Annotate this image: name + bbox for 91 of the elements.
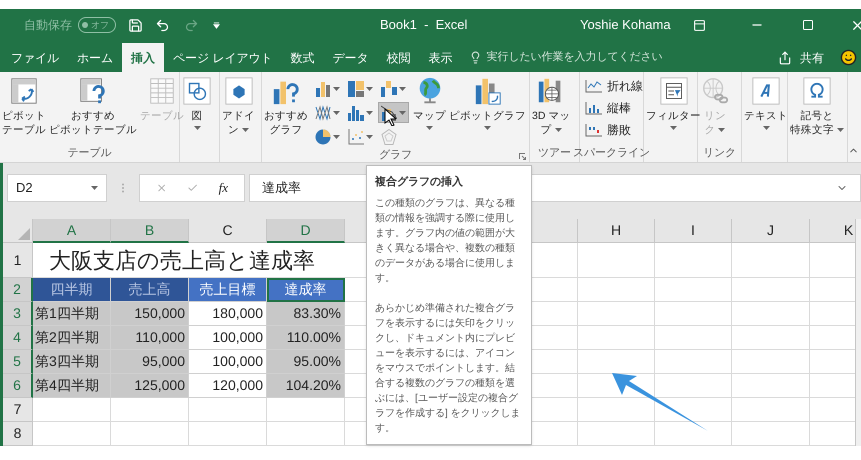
ribbon-tab[interactable]: 挿入 bbox=[122, 43, 164, 72]
row-header[interactable]: 5 bbox=[3, 350, 33, 374]
row-header[interactable]: 7 bbox=[3, 398, 33, 422]
tell-me-field[interactable]: 実行したい作業を入力してください bbox=[486, 49, 704, 66]
pivot-table-icon bbox=[9, 76, 39, 106]
link-icon bbox=[700, 76, 730, 106]
dialog-launcher-icon[interactable] bbox=[519, 152, 526, 160]
table-header-cell: 達成率 bbox=[267, 278, 345, 302]
table-cell: 110,000 bbox=[111, 326, 189, 350]
table-header-cell: 売上目標 bbox=[189, 278, 267, 302]
column-header[interactable]: J bbox=[732, 219, 810, 243]
ribbon-button[interactable]: フィルター bbox=[645, 76, 702, 145]
win-loss-icon bbox=[585, 122, 603, 136]
ribbon-tab[interactable]: ファイル bbox=[2, 43, 68, 72]
column-header[interactable]: A bbox=[33, 219, 111, 243]
table-cell: 120,000 bbox=[189, 374, 267, 398]
table-cell: 125,000 bbox=[111, 374, 189, 398]
table-header-cell: 売上高 bbox=[111, 278, 189, 302]
column-header[interactable]: H bbox=[578, 219, 655, 243]
lightbulb-icon bbox=[469, 51, 482, 64]
ribbon-button[interactable]: マップ bbox=[412, 76, 447, 147]
table-cell: 83.30% bbox=[267, 302, 345, 326]
user-name: Yoshie Kohama bbox=[580, 16, 671, 34]
filter-icon bbox=[658, 76, 688, 106]
insert-function-button[interactable]: fx bbox=[218, 178, 228, 198]
name-box[interactable]: D2 bbox=[7, 174, 107, 202]
table-cell: 95.00% bbox=[267, 350, 345, 374]
sparkline-column-icon bbox=[585, 100, 603, 114]
ribbon-display-icon[interactable] bbox=[692, 18, 706, 32]
undo-icon[interactable] bbox=[155, 18, 170, 32]
ribbon-tab[interactable]: ホーム bbox=[68, 43, 122, 72]
table-cell: 第4四半期 bbox=[33, 374, 111, 398]
table-cell: 95,000 bbox=[111, 350, 189, 374]
table-header-cell: 四半期 bbox=[33, 278, 111, 302]
row-header[interactable]: 6 bbox=[3, 374, 33, 398]
shapes-icon bbox=[182, 76, 212, 106]
ribbon-tab[interactable]: ページ レイアウト bbox=[164, 43, 282, 72]
autosave-label: 自動保存 bbox=[24, 17, 73, 34]
group-label: グラフ bbox=[379, 148, 412, 163]
text-box-icon bbox=[751, 76, 781, 106]
maximize-icon[interactable] bbox=[802, 19, 814, 31]
sparkline-line-icon bbox=[585, 78, 603, 92]
ribbon-button[interactable]: 3D マッ プ bbox=[531, 76, 572, 145]
row-header[interactable]: 3 bbox=[3, 302, 33, 326]
customize-toolbar-icon[interactable] bbox=[213, 22, 220, 28]
ribbon-button[interactable]: ピボット テーブル bbox=[1, 76, 47, 145]
row-header[interactable]: 2 bbox=[3, 278, 33, 302]
ribbon-tab[interactable]: 校閲 bbox=[377, 43, 420, 72]
table-cell: 110.00% bbox=[267, 326, 345, 350]
group-label: スパークライン bbox=[573, 146, 650, 162]
table-cell: 100,000 bbox=[189, 326, 267, 350]
row-header[interactable]: 4 bbox=[3, 326, 33, 350]
window-title: Book1 - Excel bbox=[380, 16, 468, 34]
ribbon-button[interactable]: ピボットグラフ bbox=[448, 76, 527, 147]
smiley-icon[interactable] bbox=[840, 49, 857, 66]
table-cell: 第2四半期 bbox=[33, 326, 111, 350]
ribbon-button[interactable]: 記号と 特殊文字 bbox=[789, 76, 845, 145]
tooltip-title: 複合グラフの挿入 bbox=[375, 174, 464, 190]
share-button[interactable]: 共有 bbox=[778, 43, 824, 72]
caret-icon bbox=[91, 186, 98, 190]
group-label: ツアー bbox=[538, 146, 571, 162]
sparkline-button[interactable]: 折れ線 bbox=[585, 76, 643, 95]
column-header[interactable]: D bbox=[267, 219, 345, 243]
row-header[interactable]: 8 bbox=[3, 422, 33, 446]
share-icon bbox=[778, 50, 792, 64]
ribbon-tab[interactable]: 表示 bbox=[419, 43, 462, 72]
mouse-cursor-icon bbox=[384, 108, 396, 126]
column-header[interactable]: B bbox=[111, 219, 189, 243]
sheet-title: 大阪支店の売上高と達成率 bbox=[49, 247, 315, 275]
add-in-icon bbox=[224, 76, 254, 106]
table-cell: 第3四半期 bbox=[33, 350, 111, 374]
table-cell: 104.20% bbox=[267, 374, 345, 398]
table-cell: 150,000 bbox=[111, 302, 189, 326]
ribbon-tab[interactable]: 数式 bbox=[281, 43, 324, 72]
table-cell: 第1四半期 bbox=[33, 302, 111, 326]
tooltip-text: あらかじめ準備された複合グラフを表示するには矢印をクリックし、ドキュメント内にプレビューを表示するには、アイコンをマウスでポイントします。結合する複数のグラフの種類を選ぶには、[ユーザー設定の複合グラフを作成する] をクリックします。 bbox=[375, 302, 522, 436]
ribbon-button[interactable]: アドイ ン bbox=[221, 76, 256, 145]
ribbon-button[interactable]: テキスト bbox=[743, 76, 789, 145]
group-label: リンク bbox=[703, 146, 736, 162]
omega-icon bbox=[802, 76, 832, 106]
sparkline-button[interactable]: 勝敗 bbox=[585, 120, 643, 139]
column-header[interactable]: I bbox=[655, 219, 732, 243]
sparkline-button[interactable]: 縦棒 bbox=[585, 98, 643, 117]
row-header[interactable]: 1 bbox=[3, 243, 33, 278]
group-label: テーブル bbox=[68, 146, 112, 162]
table-cell: 180,000 bbox=[189, 302, 267, 326]
save-icon[interactable] bbox=[128, 18, 143, 32]
ribbon-tab[interactable]: データ bbox=[323, 43, 378, 72]
ribbon-button[interactable]: おすすめ グラフ bbox=[263, 76, 309, 147]
ribbon-button[interactable]: おすすめ ピボットテーブル bbox=[48, 76, 138, 145]
table-cell: 100,000 bbox=[189, 350, 267, 374]
